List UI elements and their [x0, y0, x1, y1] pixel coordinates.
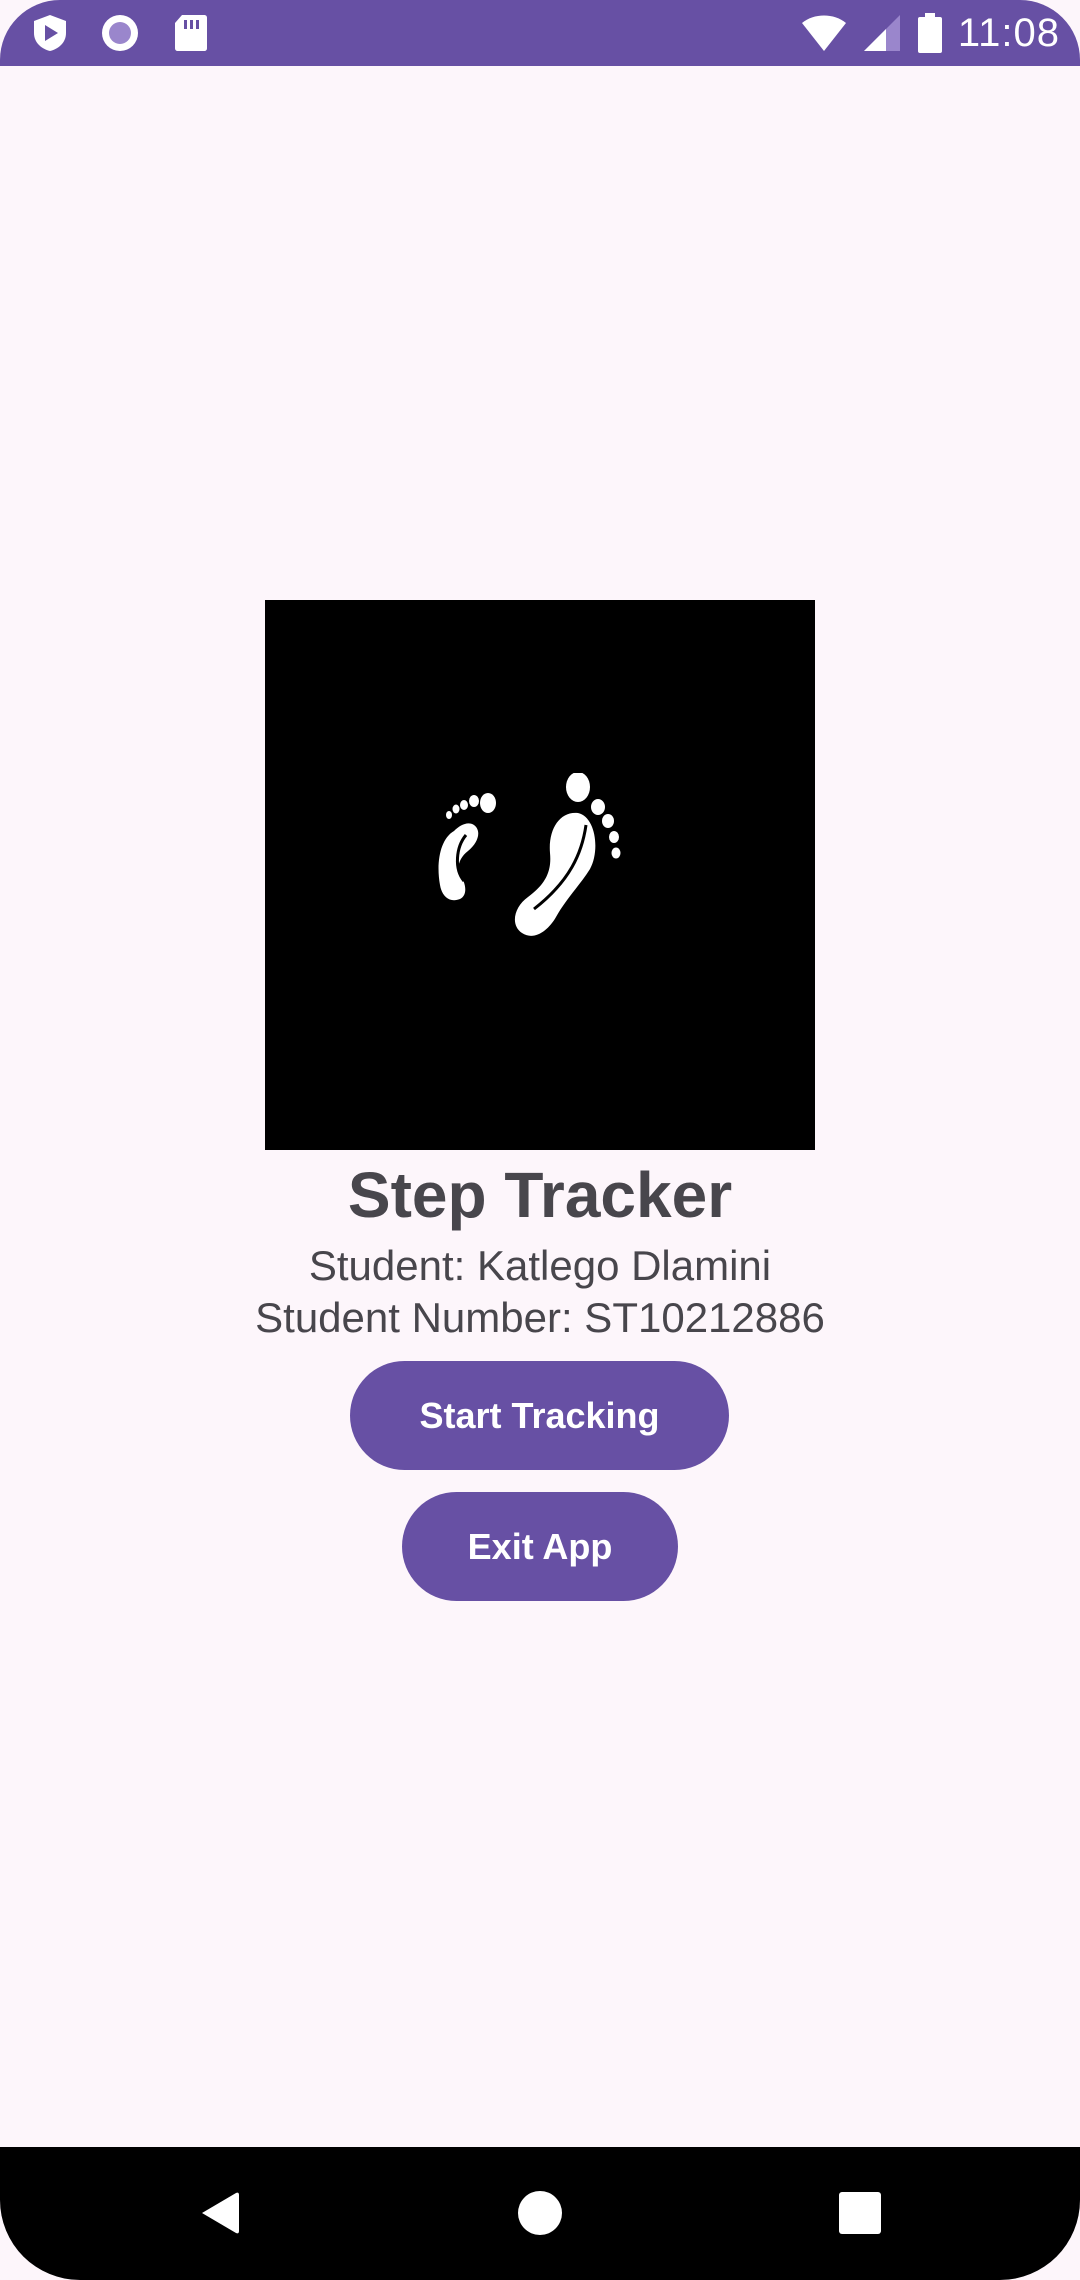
student-name: Student: Katlego Dlamini	[308, 1242, 772, 1289]
recents-square-icon[interactable]	[824, 2177, 896, 2249]
status-right-icons: 11:08	[800, 8, 1060, 58]
app-logo	[265, 600, 815, 1150]
app-title: Step Tracker	[347, 1159, 733, 1231]
battery-icon	[916, 13, 944, 53]
back-triangle-icon[interactable]	[184, 2177, 256, 2249]
start-tracking-button[interactable]: Start Tracking	[350, 1361, 729, 1470]
exit-app-button[interactable]: Exit App	[402, 1492, 678, 1601]
navigation-bar	[0, 2147, 1080, 2280]
app-screen: 11:08 Step Tracker Student: Katlego Dlam…	[0, 0, 1080, 2280]
sd-card-icon	[170, 13, 210, 53]
wifi-icon	[800, 13, 848, 53]
cell-signal-icon	[862, 13, 902, 53]
home-circle-icon[interactable]	[504, 2177, 576, 2249]
status-time: 11:08	[957, 10, 1060, 55]
radio-circle-icon	[100, 13, 140, 53]
status-left-icons	[30, 10, 210, 56]
status-bar: 11:08	[0, 0, 1080, 66]
student-number: Student Number: ST10212886	[255, 1294, 825, 1341]
footprints-icon	[430, 771, 650, 978]
shield-play-icon	[30, 13, 70, 53]
